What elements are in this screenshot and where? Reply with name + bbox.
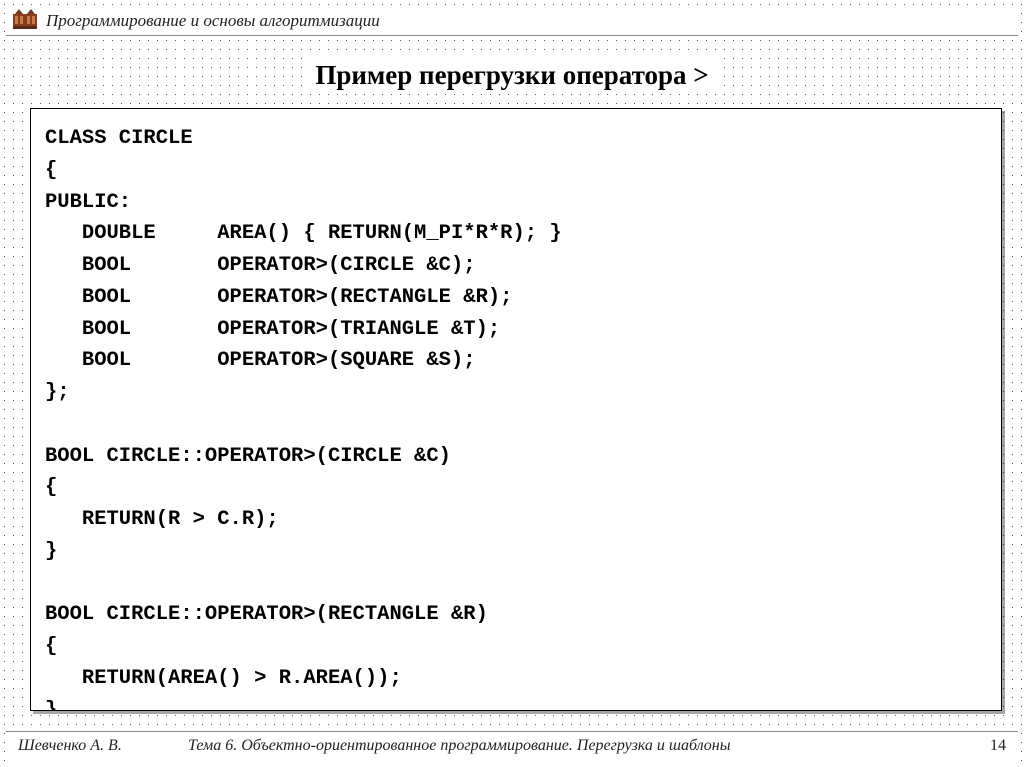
slide: Программирование и основы алгоритмизации… — [0, 0, 1024, 767]
footer-page: 14 — [966, 737, 1006, 755]
slide-title-wrap: Пример перегрузки оператора > — [30, 60, 994, 91]
footer-theme: Тема 6. Объектно-ориентированное програм… — [178, 737, 966, 755]
slide-title: Пример перегрузки оператора > — [305, 56, 718, 94]
footer-author: Шевченко А. В. — [18, 737, 178, 755]
code-listing: class Circle { public: double Area() { r… — [45, 123, 987, 711]
course-title: Программирование и основы алгоритмизации — [46, 11, 380, 31]
logo-icon — [12, 8, 38, 34]
code-box: class Circle { public: double Area() { r… — [30, 108, 1002, 711]
footer: Шевченко А. В. Тема 6. Объектно-ориентир… — [6, 731, 1018, 761]
header: Программирование и основы алгоритмизации — [6, 6, 1018, 36]
